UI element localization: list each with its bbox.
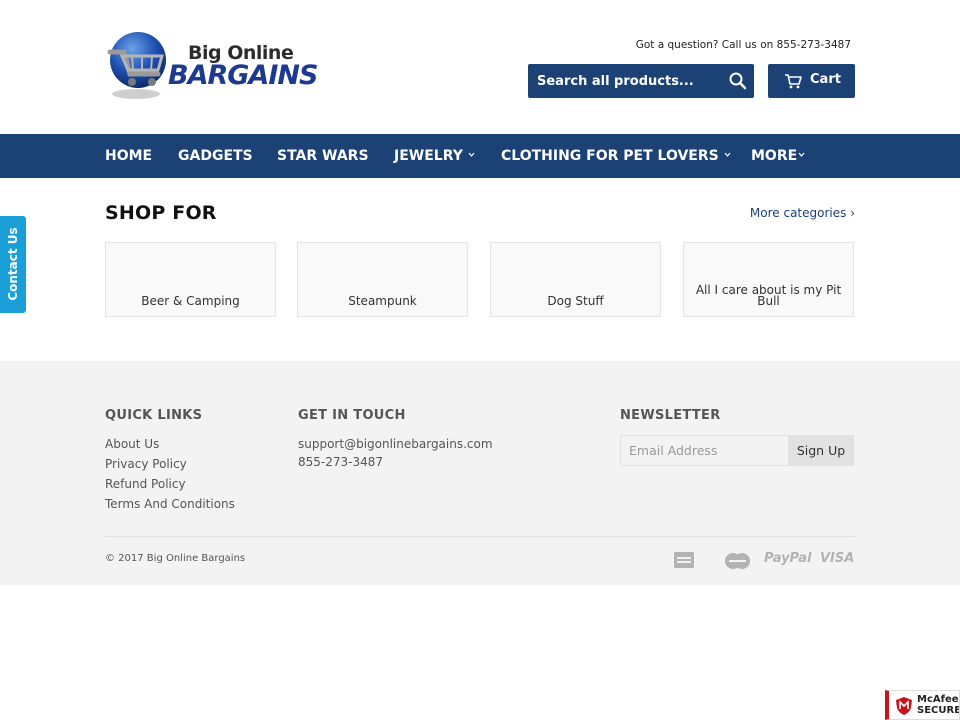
category-label: All I care about is my Pit Bull	[695, 283, 842, 308]
nav-item-star-wars[interactable]: STAR WARS	[277, 134, 369, 178]
contact-us-tab[interactable]: Contact Us	[0, 216, 26, 313]
site-footer: QUICK LINKS About Us Privacy Policy Refu…	[0, 361, 960, 585]
visa-icon: VISA	[820, 551, 855, 566]
mcafee-line2: SECURE	[917, 705, 960, 716]
category-label: Steampunk	[348, 294, 417, 308]
contact-question: Got a question? Call us on 855-273-3487	[635, 39, 851, 51]
shop-for-title: SHOP FOR	[105, 202, 217, 224]
cart-button[interactable]: Cart	[768, 64, 855, 98]
mcafee-line1: McAfee	[917, 694, 959, 705]
cart-globe-icon	[107, 32, 166, 99]
category-card-beer-camping[interactable]: Beer & Camping	[105, 242, 276, 317]
category-card-steampunk[interactable]: Steampunk	[297, 242, 468, 317]
nav-item-label: HOME	[105, 148, 153, 164]
chevron-down-icon	[724, 152, 731, 157]
more-categories-link[interactable]: More categories ›	[750, 206, 855, 220]
search-button[interactable]	[728, 71, 748, 91]
nav-item-clothing-for-pet-lovers[interactable]: CLOTHING FOR PET LOVERS	[501, 134, 731, 178]
nav-item-home[interactable]: HOME	[105, 134, 152, 178]
logo-text-bottom: BARGAINS	[168, 60, 318, 91]
footer-link-about-us[interactable]: About Us	[105, 437, 159, 451]
contact-us-label: Contact Us	[6, 227, 20, 301]
copyright: © 2017 Big Online Bargains	[105, 553, 246, 564]
newsletter-heading: NEWSLETTER	[620, 408, 721, 423]
paypal-icon: PayPal	[764, 551, 812, 566]
nav-item-gadgets[interactable]: GADGETS	[178, 134, 253, 178]
get-in-touch-heading: GET IN TOUCH	[298, 408, 406, 423]
nav-item-more[interactable]: MORE	[751, 134, 805, 178]
footer-link-refund-policy[interactable]: Refund Policy	[105, 477, 186, 491]
footer-link-terms[interactable]: Terms And Conditions	[105, 497, 235, 511]
nav-item-label: STAR WARS	[277, 148, 369, 164]
main-nav: HOME GADGETS STAR WARS JEWELRY CLOTHING …	[0, 134, 960, 178]
nav-item-jewelry[interactable]: JEWELRY	[394, 134, 475, 178]
newsletter-signup-button[interactable]: Sign Up	[788, 435, 854, 466]
search-input[interactable]	[528, 64, 718, 98]
category-card-dog-stuff[interactable]: Dog Stuff	[490, 242, 661, 317]
footer-link-privacy-policy[interactable]: Privacy Policy	[105, 457, 187, 471]
support-phone: 855-273-3487	[298, 455, 384, 469]
category-card-pit-bull[interactable]: All I care about is my Pit Bull	[683, 242, 854, 317]
nav-item-label: JEWELRY	[394, 148, 463, 164]
footer-divider	[105, 536, 855, 537]
shield-icon	[896, 697, 912, 715]
cart-icon	[785, 74, 802, 89]
chevron-down-icon	[468, 152, 475, 157]
site-header: Big Online BARGAINS Got a question? Call…	[0, 0, 960, 134]
chevron-down-icon	[798, 152, 805, 157]
support-email[interactable]: support@bigonlinebargains.com	[298, 437, 493, 451]
cart-label: Cart	[810, 72, 841, 87]
mastercard-icon	[725, 553, 750, 569]
category-label: Beer & Camping	[141, 294, 240, 308]
search-form	[528, 64, 754, 98]
nav-item-label: GADGETS	[178, 148, 253, 164]
site-logo[interactable]: Big Online BARGAINS	[104, 30, 336, 102]
amex-icon	[674, 552, 694, 568]
nav-item-label: CLOTHING FOR PET LOVERS	[501, 148, 719, 164]
newsletter-email-input[interactable]	[620, 435, 789, 466]
nav-item-label: MORE	[751, 148, 798, 164]
category-label: Dog Stuff	[547, 294, 604, 308]
search-icon	[729, 72, 747, 90]
mcafee-secure-badge[interactable]: McAfee SECURE	[885, 690, 960, 720]
quick-links-heading: QUICK LINKS	[105, 408, 203, 423]
